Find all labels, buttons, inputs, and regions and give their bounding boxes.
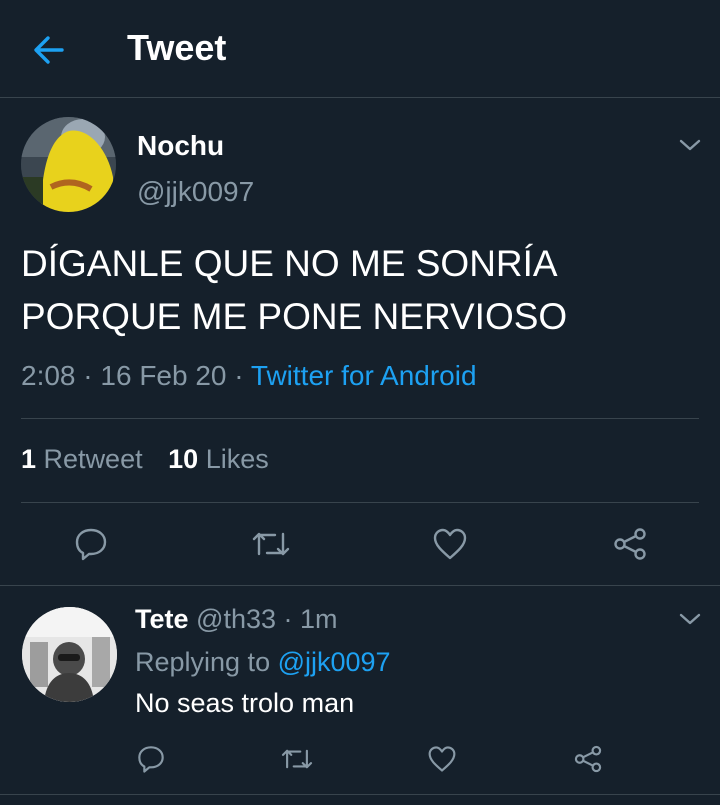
arrow-left-icon [34, 36, 64, 64]
chevron-down-icon [679, 613, 701, 625]
like-count: 10 [168, 444, 199, 474]
divider [21, 502, 699, 503]
reply-header: Tete @th33 · 1m [135, 604, 338, 635]
reply-avatar[interactable] [22, 607, 117, 702]
page-title: Tweet [127, 27, 227, 68]
back-button[interactable] [30, 32, 68, 68]
separator: · [276, 604, 300, 634]
avatar-image [21, 117, 116, 212]
like-button[interactable] [427, 745, 457, 773]
retweets-stat[interactable]: 1 Retweet [21, 444, 143, 474]
retweet-button[interactable] [280, 745, 314, 773]
likes-stat[interactable]: 10 Likes [168, 444, 269, 474]
retweet-count: 1 [21, 444, 37, 474]
engagement-stats: 1 Retweet 10 Likes [21, 444, 287, 475]
share-button[interactable] [573, 744, 603, 774]
like-label: Likes [205, 444, 269, 474]
top-app-bar: Tweet [0, 0, 720, 98]
avatar-image [22, 607, 117, 702]
tweet-time: 2:08 [21, 360, 76, 391]
heart-icon [433, 528, 467, 560]
tweet-metadata: 2:08 · 16 Feb 20 · Twitter for Android [21, 360, 477, 392]
replying-handle-link[interactable]: @jjk0097 [278, 647, 391, 677]
reply-button[interactable] [73, 526, 109, 562]
replying-to: Replying to @jjk0097 [135, 647, 391, 678]
avatar[interactable] [21, 117, 116, 212]
reply-button[interactable] [136, 744, 166, 774]
divider [0, 585, 720, 586]
tweet-text-line: PORQUE ME PONE NERVIOSO [21, 296, 568, 337]
separator: · [75, 360, 101, 391]
tweet-text: DÍGANLE QUE NO ME SONRÍA PORQUE ME PONE … [21, 237, 701, 343]
share-button[interactable] [612, 526, 648, 562]
share-icon [614, 528, 646, 560]
tweet-text-line: DÍGANLE QUE NO ME SONRÍA [21, 243, 558, 284]
retweet-button[interactable] [251, 527, 291, 561]
username-handle[interactable]: @jjk0097 [137, 176, 254, 208]
heart-icon [428, 746, 456, 772]
username-handle[interactable]: @th33 [196, 604, 276, 634]
divider [0, 794, 720, 795]
display-name[interactable]: Nochu [137, 130, 224, 162]
display-name[interactable]: Tete [135, 604, 189, 634]
tweet-date: 16 Feb 20 [100, 360, 227, 391]
comment-icon [138, 746, 164, 773]
replying-label: Replying to [135, 647, 278, 677]
reply-menu-button[interactable] [679, 612, 701, 626]
retweet-icon [281, 749, 313, 769]
reply-text: No seas trolo man [135, 688, 355, 718]
reply-time: 1m [300, 604, 338, 634]
source-link[interactable]: Twitter for Android [251, 360, 477, 391]
retweet-icon [252, 532, 290, 556]
separator: · [226, 360, 251, 391]
divider [21, 418, 699, 419]
chevron-down-icon [679, 139, 701, 151]
tweet-menu-button[interactable] [679, 138, 701, 152]
like-button[interactable] [432, 527, 468, 561]
comment-icon [75, 528, 107, 561]
share-icon [574, 745, 602, 773]
retweet-label: Retweet [43, 444, 143, 474]
